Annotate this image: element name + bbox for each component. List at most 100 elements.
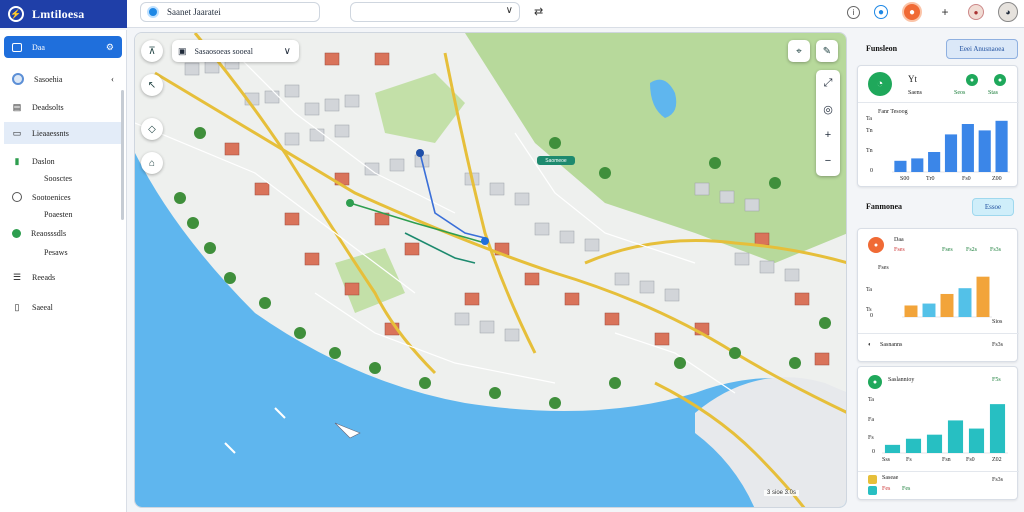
- chart-bar: [958, 288, 972, 317]
- route-tool-icon[interactable]: ⇄: [534, 5, 543, 18]
- sidebar-scrollbar[interactable]: [121, 90, 124, 220]
- page-icon: ▯: [14, 301, 20, 312]
- chart-bar: [904, 305, 918, 317]
- sidebar-item-label: Pesaws: [44, 247, 68, 257]
- sidebar-item-records[interactable]: ☰ Reeads: [4, 266, 122, 288]
- location-pin-icon[interactable]: ●: [874, 5, 888, 19]
- chart-bar: [944, 134, 958, 172]
- map-search-input[interactable]: ▣ Sasaosoeas sooeal ∨: [172, 40, 299, 62]
- notification-icon[interactable]: ●: [902, 2, 922, 22]
- app-title: Lmtiloesa: [32, 6, 85, 21]
- top-bar: ⚡ Lmtiloesa Saanet Jaaratei ∨ ⇄ i ● ● + …: [0, 0, 1024, 28]
- x-tick: Z02: [992, 457, 1002, 463]
- layers-icon[interactable]: ⌖: [788, 40, 810, 62]
- sidebar-item-label: Daslon: [32, 156, 55, 166]
- sidebar-item-label: Soosctes: [44, 173, 72, 183]
- avatar-icon[interactable]: ●: [968, 4, 984, 20]
- sidebar-item-settings[interactable]: ▯ Saeeal: [4, 296, 122, 318]
- window-icon: [12, 42, 22, 52]
- lock-icon: ◐: [868, 342, 872, 348]
- sidebar-item-dashboard[interactable]: Daa ⚙: [4, 36, 122, 58]
- user-avatar[interactable]: ◕: [998, 2, 1018, 22]
- sidebar-item-stations[interactable]: Sootoenices: [4, 186, 122, 208]
- chevron-icon: ‹: [111, 74, 114, 84]
- document-icon: ▤: [12, 101, 22, 112]
- sidebar-item-services[interactable]: Sasoehia ‹: [4, 68, 122, 90]
- sidebar-item-label: Reeads: [32, 272, 56, 282]
- sidebar-subitem[interactable]: Pesaws: [4, 244, 122, 260]
- sidebar-item-documents[interactable]: ▤ Deadsolts: [4, 96, 122, 118]
- footer-value: Fes: [902, 486, 911, 492]
- panel-action-button[interactable]: Eeei Anusnaoea: [946, 39, 1018, 59]
- map-view[interactable]: [134, 32, 847, 508]
- chart-bar: [884, 444, 901, 453]
- sidebar-subitem[interactable]: Soosctes: [4, 170, 122, 186]
- x-tick: Sios: [992, 319, 1003, 325]
- chart-bar: [928, 152, 941, 172]
- sidebar-item-layers[interactable]: ▭ Lieaaessnts: [4, 122, 122, 144]
- map-canvas[interactable]: [135, 33, 847, 508]
- x-tick: Z00: [992, 176, 1002, 182]
- settings-icon[interactable]: ⚙: [106, 42, 114, 53]
- divider: [858, 333, 1019, 334]
- stats-card-1: ◔ Yt Saens ● ● Seos Stas Fanr Tesoog Ta …: [857, 65, 1019, 187]
- footer-value: Fs3s: [992, 477, 1004, 483]
- location-icon: [147, 6, 159, 18]
- fullscreen-icon[interactable]: ⤢: [816, 70, 840, 96]
- sidebar-item-design[interactable]: ▮ Daslon: [4, 150, 122, 172]
- sidebar-item-label: Daa: [32, 42, 45, 52]
- chart-bar: [926, 434, 943, 453]
- panel-title: Funsleon: [866, 44, 898, 53]
- zoom-in-button[interactable]: +: [816, 122, 840, 148]
- location-pin-icon[interactable]: ◇: [141, 118, 163, 140]
- navigation-icon[interactable]: ⌂: [141, 152, 163, 174]
- x-tick: Fs0: [962, 176, 971, 182]
- chart-bar: [968, 428, 985, 453]
- footer-label: Fes: [882, 486, 891, 492]
- locate-icon[interactable]: ◎: [816, 96, 840, 122]
- x-tick: Fs: [906, 457, 912, 463]
- address-dropdown[interactable]: ∨: [350, 2, 520, 22]
- zoom-out-button[interactable]: −: [816, 148, 840, 174]
- footer-value: Fs3s: [992, 342, 1004, 348]
- plus-icon[interactable]: +: [936, 3, 954, 21]
- green-dot-icon: [12, 228, 21, 238]
- chart-bar: [911, 158, 924, 172]
- stats-card-3: ● Saslannioy F5s Ta Fa Fs 0 Sss Fs Fsn F…: [857, 366, 1019, 500]
- circle-icon: [12, 73, 24, 85]
- section-button[interactable]: Essoe: [972, 198, 1014, 216]
- chart-bar: [922, 303, 936, 317]
- edit-icon[interactable]: ✎: [816, 40, 838, 62]
- sidebar-item-label: Lieaaessnts: [32, 128, 69, 138]
- chart-bar: [894, 160, 907, 172]
- map-location-badge[interactable]: Saomeoe: [537, 156, 575, 165]
- x-tick: Fs0: [966, 457, 975, 463]
- map-scale: 3 sioe 3.0s: [764, 490, 800, 496]
- x-tick: Fsn: [942, 457, 951, 463]
- sidebar-item-label: Poaesten: [44, 209, 73, 219]
- folder-icon: ▭: [12, 127, 22, 138]
- chart-icon: ▮: [14, 155, 20, 166]
- divider: [858, 471, 1019, 472]
- sidebar-item-label: Sootoenices: [32, 192, 71, 202]
- chevron-down-icon: ∨: [283, 45, 291, 57]
- stats-card-2: ● Daa Fses Fses Fs2s Fs3s Fses Ta Ts 0 S…: [857, 228, 1019, 362]
- map-search-text: Sasaosoeas sooeal: [194, 46, 253, 56]
- chart-bar: [947, 420, 964, 453]
- search-text: Saanet Jaaratei: [167, 7, 221, 17]
- brand[interactable]: ⚡ Lmtiloesa: [0, 0, 127, 28]
- bar-chart-1: [892, 120, 1010, 173]
- search-input[interactable]: Saanet Jaaratei: [140, 2, 320, 22]
- sidebar-subitem[interactable]: Poaesten: [4, 206, 122, 222]
- chevron-down-icon: ∨: [505, 5, 513, 16]
- sidebar-item-reports[interactable]: Reaosssdls: [4, 222, 122, 244]
- footer-label: Saseae: [882, 475, 899, 481]
- chart-bar: [989, 404, 1006, 453]
- bolt-icon: ⚡: [8, 6, 24, 22]
- chart-bar: [976, 276, 990, 317]
- info-icon[interactable]: i: [847, 5, 860, 19]
- x-tick: Tr0: [926, 176, 935, 182]
- map-icon: ▣: [178, 45, 187, 56]
- pointer-icon[interactable]: ↖: [141, 74, 163, 96]
- compass-icon[interactable]: ⊼: [141, 40, 163, 62]
